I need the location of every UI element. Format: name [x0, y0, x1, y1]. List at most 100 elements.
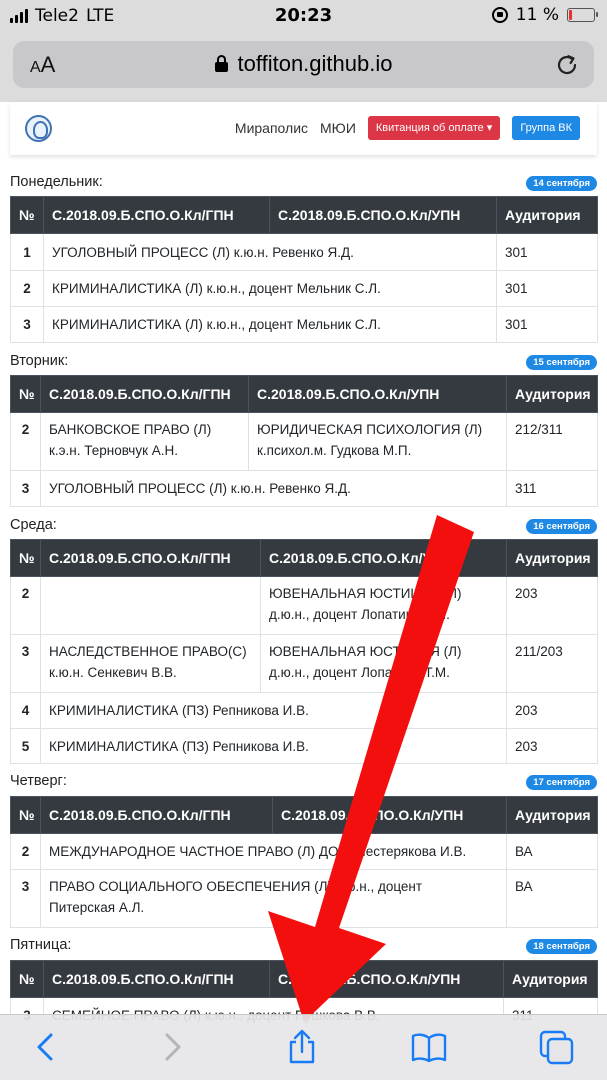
room-cell: 203: [506, 576, 598, 635]
table-row: 3 ПРАВО СОЦИАЛЬНОГО ОБЕСПЕЧЕНИЯ (Л) к.ю.…: [10, 869, 598, 928]
col-header-gpn: С.2018.09.Б.СПО.О.Кл/ГПН: [40, 796, 273, 834]
back-icon[interactable]: [25, 1029, 65, 1065]
schedule-table-monday: № С.2018.09.Б.СПО.О.Кл/ГПН С.2018.09.Б.С…: [10, 196, 598, 343]
teacher-name: к.э.н. Терновчук А.Н.: [49, 443, 178, 458]
col-header-room: Аудитория: [506, 375, 598, 413]
table-row: 3 КРИМИНАЛИСТИКА (Л) к.ю.н., доцент Мель…: [10, 306, 598, 343]
nav-links: Мираполис МЮИ Квитанция об оплате ▾ Груп…: [235, 116, 580, 140]
day-header-tuesday: Вторник: 15 сентября: [10, 353, 597, 373]
day-header-wednesday: Среда: 16 сентября: [10, 517, 597, 537]
teacher-name: к.ю.н. Сенкевич В.В.: [49, 665, 177, 680]
status-bar: Tele2 LTE 20:23 11 %: [0, 0, 607, 32]
lesson-cell: КРИМИНАЛИСТИКА (Л) к.ю.н., доцент Мельни…: [43, 306, 497, 343]
col-header-room: Аудитория: [496, 196, 598, 234]
lesson-cell-upn: ЮВЕНАЛЬНАЯ ЮСТИЦИЯ (Л) д.ю.н., доцент Ло…: [260, 634, 507, 693]
col-header-num: №: [10, 960, 44, 998]
schedule-table-tuesday: № С.2018.09.Б.СПО.О.Кл/ГПН С.2018.09.Б.С…: [10, 375, 598, 507]
teacher-name: д.ю.н., доцент Лопатина Т.М.: [269, 607, 450, 622]
room-cell: 311: [506, 470, 598, 507]
lesson-cell: КРИМИНАЛИСТИКА (ПЗ) Репникова И.В.: [40, 728, 507, 764]
lesson-number: 4: [10, 692, 41, 729]
table-row: 2 БАНКОВСКОЕ ПРАВО (Л) к.э.н. Терновчук …: [10, 412, 598, 471]
room-cell: 212/311: [506, 412, 598, 471]
table-row: 5 КРИМИНАЛИСТИКА (ПЗ) Репникова И.В. 203: [10, 728, 598, 764]
table-row: 2 МЕЖДУНАРОДНОЕ ЧАСТНОЕ ПРАВО (Л) ДОЦ. П…: [10, 833, 598, 870]
teacher-name: д.ю.н., доцент Лопатина Т.М.: [269, 665, 450, 680]
bookmarks-icon[interactable]: [409, 1029, 449, 1065]
reload-icon[interactable]: [554, 52, 580, 78]
day-name: Пятница:: [10, 937, 72, 953]
lesson-number: 3: [10, 869, 41, 928]
lesson-cell: КРИМИНАЛИСТИКА (Л) к.ю.н., доцент Мельни…: [43, 270, 497, 307]
table-row: 2 ЮВЕНАЛЬНАЯ ЮСТИЦИЯ (Л) д.ю.н., доцент …: [10, 576, 598, 635]
table-row: 3 УГОЛОВНЫЙ ПРОЦЕСС (Л) к.ю.н. Ревенко Я…: [10, 470, 598, 507]
lesson-cell-upn: ЮРИДИЧЕСКАЯ ПСИХОЛОГИЯ (Л) к.психол.м. Г…: [248, 412, 507, 471]
nav-link-myui[interactable]: МЮИ: [320, 120, 356, 136]
table-row: 3 НАСЛЕДСТВЕННОЕ ПРАВО(С) к.ю.н. Сенкеви…: [10, 634, 598, 693]
forward-icon[interactable]: [152, 1029, 192, 1065]
teacher-name: к.психол.м. Гудкова М.П.: [257, 443, 412, 458]
schedule-table-thursday: № С.2018.09.Б.СПО.О.Кл/ГПН С.2018.09.Б.С…: [10, 796, 598, 928]
col-header-gpn: С.2018.09.Б.СПО.О.Кл/ГПН: [43, 960, 270, 998]
day-name: Четверг:: [10, 773, 67, 789]
site-navbar: Мираполис МЮИ Квитанция об оплате ▾ Груп…: [10, 102, 597, 155]
lesson-number: 2: [10, 270, 44, 307]
col-header-gpn: С.2018.09.Б.СПО.О.Кл/ГПН: [40, 375, 249, 413]
lesson-cell-gpn: БАНКОВСКОЕ ПРАВО (Л) к.э.н. Терновчук А.…: [40, 412, 249, 471]
vk-group-button[interactable]: Группа ВК: [512, 116, 580, 140]
col-header-room: Аудитория: [503, 960, 598, 998]
padlock-icon: [214, 55, 228, 72]
lesson-number: 2: [10, 412, 41, 471]
tabs-icon[interactable]: [536, 1029, 576, 1065]
battery-icon: [567, 8, 598, 22]
date-badge: 16 сентября: [526, 519, 597, 534]
day-header-friday: Пятница: 18 сентября: [10, 937, 597, 957]
subject-title: БАНКОВСКОЕ ПРАВО (Л): [49, 422, 212, 437]
share-icon[interactable]: [282, 1029, 322, 1065]
receipt-dropdown-button[interactable]: Квитанция об оплате ▾: [367, 116, 501, 140]
lesson-number: 5: [10, 728, 41, 764]
browser-toolbar: [0, 1014, 607, 1080]
col-header-room: Аудитория: [506, 796, 598, 834]
col-header-gpn: С.2018.09.Б.СПО.О.Кл/ГПН: [40, 539, 261, 577]
day-name: Вторник:: [10, 353, 69, 369]
subject-title: ПРАВО СОЦИАЛЬНОГО ОБЕСПЕЧЕНИЯ (Л) к.ю.н.…: [49, 879, 423, 894]
lesson-number: 2: [10, 833, 41, 870]
url-text: toffiton.github.io: [237, 51, 393, 76]
room-cell: 211/203: [506, 634, 598, 693]
battery-level: [569, 10, 572, 20]
address-bar[interactable]: AA toffiton.github.io: [13, 41, 594, 88]
subject-title: ЮВЕНАЛЬНАЯ ЮСТИЦИЯ (Л): [269, 586, 462, 601]
room-cell: ВА: [506, 869, 598, 928]
col-header-upn: С.2018.09.Б.СПО.О.Кл/УПН: [248, 375, 507, 413]
date-badge: 14 сентября: [526, 176, 597, 191]
url-display[interactable]: toffiton.github.io: [13, 51, 594, 77]
room-cell: 203: [506, 692, 598, 729]
teacher-name: Питерская А.Л.: [49, 900, 145, 915]
subject-title: НАСЛЕДСТВЕННОЕ ПРАВО(С): [49, 644, 247, 659]
table-row: 1 УГОЛОВНЫЙ ПРОЦЕСС (Л) к.ю.н. Ревенко Я…: [10, 233, 598, 271]
lesson-number: 1: [10, 233, 44, 271]
orientation-lock-icon: [491, 7, 508, 23]
table-row: 2 КРИМИНАЛИСТИКА (Л) к.ю.н., доцент Мель…: [10, 270, 598, 307]
room-cell: 301: [496, 233, 598, 271]
col-header-upn: С.2018.09.Б.СПО.О.Кл/УПН: [269, 960, 504, 998]
day-header-monday: Понедельник: 14 сентября: [10, 174, 597, 194]
lesson-number: 3: [10, 634, 41, 693]
lesson-cell: МЕЖДУНАРОДНОЕ ЧАСТНОЕ ПРАВО (Л) ДОЦ. Пес…: [40, 833, 507, 870]
room-cell: 301: [496, 270, 598, 307]
day-header-thursday: Четверг: 17 сентября: [10, 773, 597, 793]
browser-address-area: AA toffiton.github.io: [0, 32, 607, 102]
university-logo[interactable]: [25, 115, 52, 142]
col-header-upn: С.2018.09.Б.СПО.О.Кл/УПН: [260, 539, 507, 577]
col-header-upn: С.2018.09.Б.СПО.О.Кл/УПН: [272, 796, 507, 834]
col-header-num: №: [10, 539, 41, 577]
lesson-number: 3: [10, 470, 41, 507]
day-name: Среда:: [10, 517, 57, 533]
caret-down-icon: ▾: [486, 122, 493, 134]
schedule-table-wednesday: № С.2018.09.Б.СПО.О.Кл/ГПН С.2018.09.Б.С…: [10, 539, 598, 764]
room-cell: ВА: [506, 833, 598, 870]
nav-link-mirapolis[interactable]: Мираполис: [235, 120, 308, 136]
table-row: 4 КРИМИНАЛИСТИКА (ПЗ) Репникова И.В. 203: [10, 692, 598, 729]
day-name: Понедельник:: [10, 174, 103, 190]
